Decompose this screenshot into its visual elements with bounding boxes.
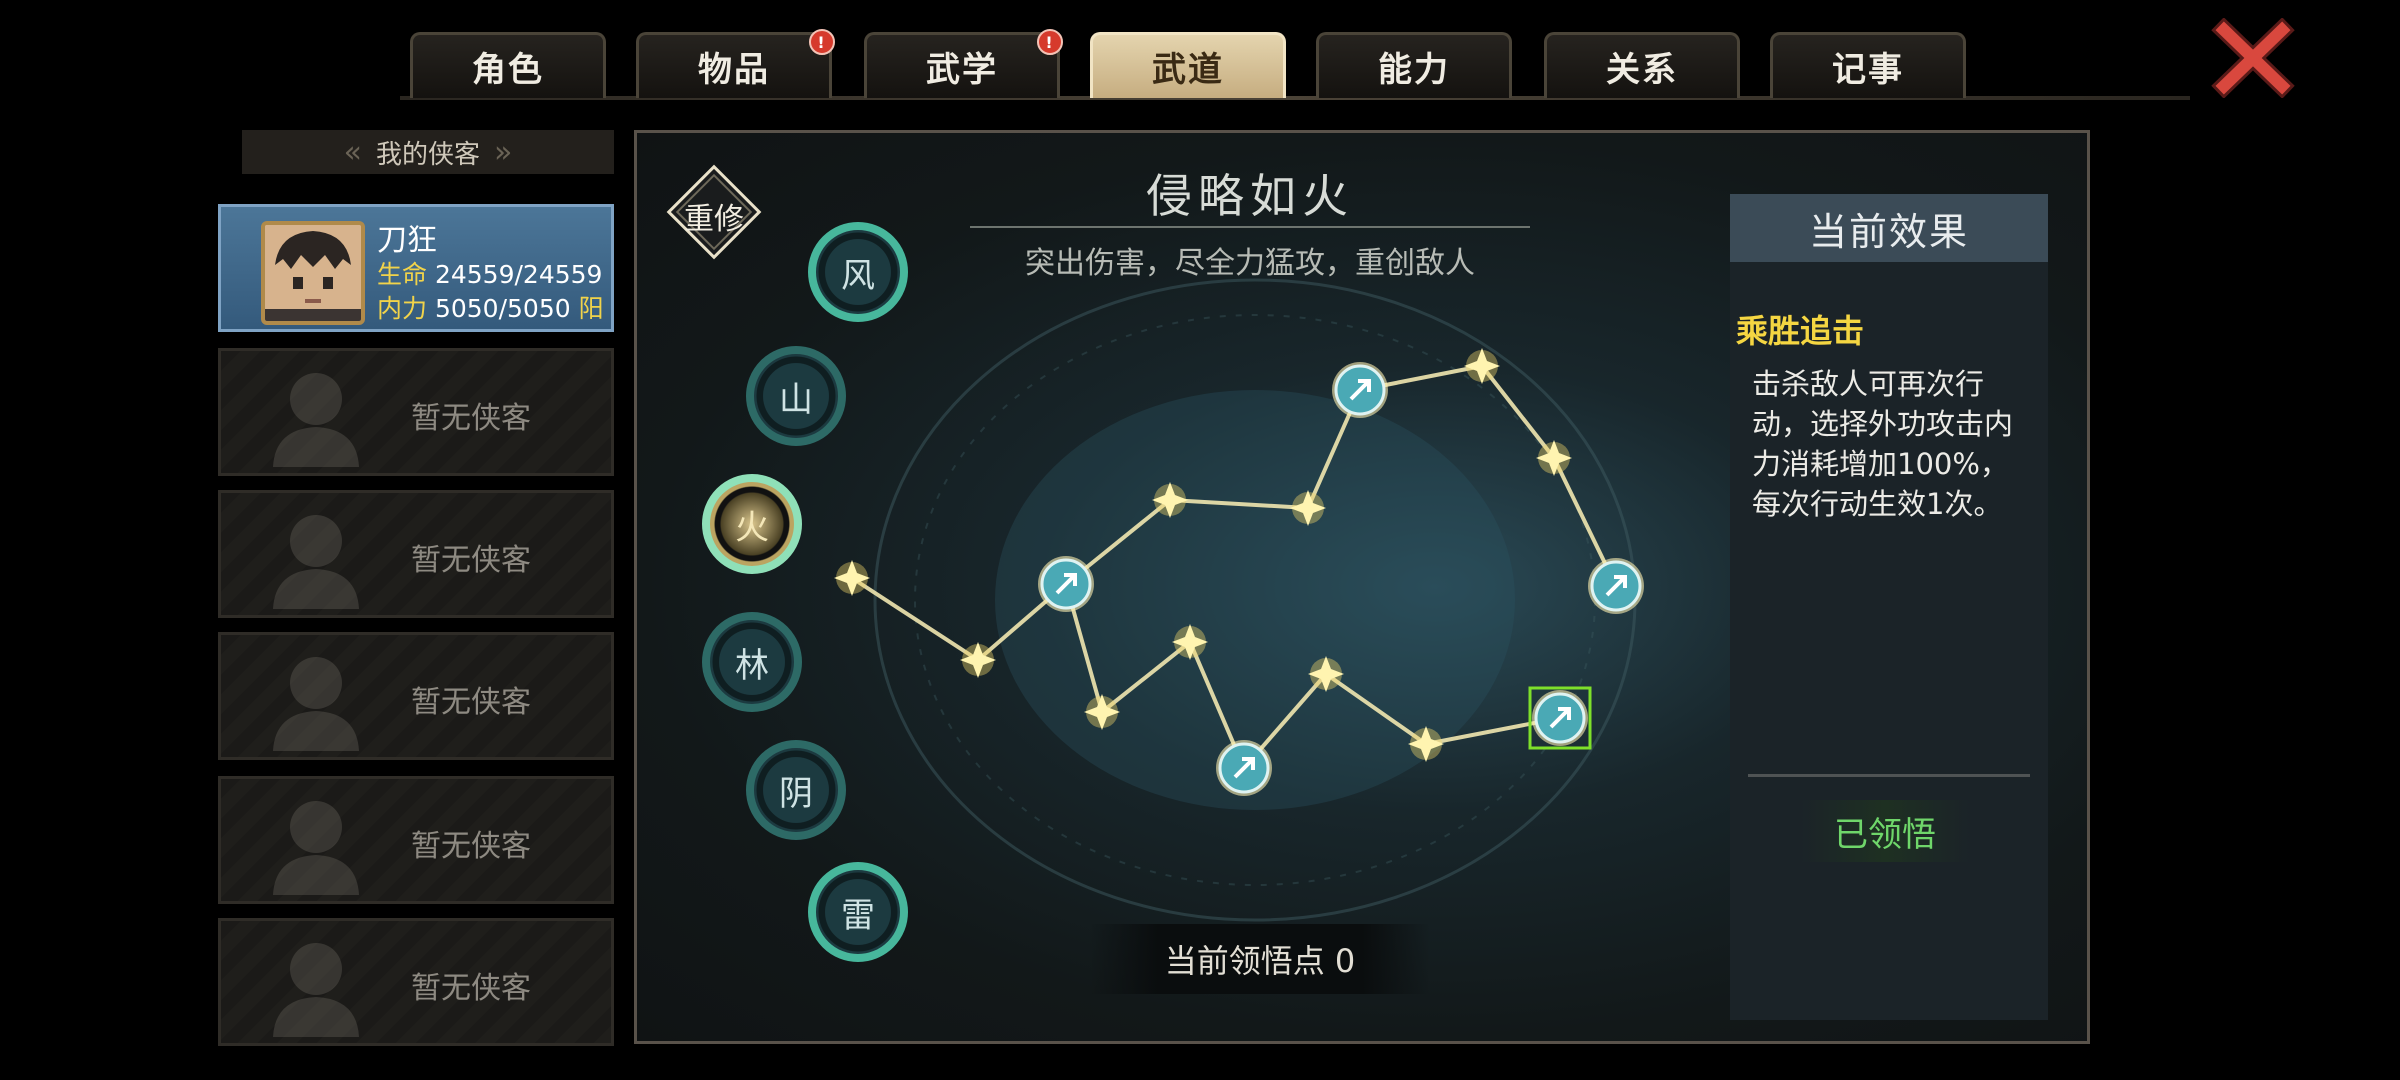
path-title: 侵略如火 — [1146, 169, 1354, 223]
element-mountain[interactable]: 山 — [746, 346, 846, 446]
silhouette-icon — [273, 943, 359, 1037]
tab-relations[interactable]: 关系 — [1544, 32, 1740, 98]
star-node — [1408, 726, 1444, 762]
effect-divider — [1748, 774, 2030, 777]
element-forest[interactable]: 林 — [702, 612, 802, 712]
skill-node — [1216, 740, 1272, 796]
notification-badge: ! — [1037, 29, 1063, 55]
tab-martial-path[interactable]: 武道 — [1090, 32, 1286, 98]
constellation-graph — [834, 348, 1644, 796]
tab-character[interactable]: 角色 — [410, 32, 606, 98]
tab-martial-arts[interactable]: 武学! — [864, 29, 1063, 98]
skill-node — [1038, 556, 1094, 612]
hero-list-title: 我的侠客 — [375, 139, 480, 170]
skill-node — [1332, 362, 1388, 418]
hero-slot-empty[interactable]: 暂无侠客 — [218, 632, 614, 760]
title-divider — [970, 226, 1530, 228]
element-fire[interactable]: 火 — [702, 474, 802, 574]
star-node — [1084, 694, 1120, 730]
star-node — [1290, 490, 1326, 526]
tab-items[interactable]: 物品! — [636, 29, 835, 98]
hero-hp: 生命 24559/24559 — [377, 260, 603, 289]
tab-abilities[interactable]: 能力 — [1316, 32, 1512, 98]
tab-journal[interactable]: 记事 — [1770, 32, 1966, 98]
hero-slot-empty[interactable]: 暂无侠客 — [218, 490, 614, 618]
star-node — [1536, 440, 1572, 476]
skill-node — [1588, 558, 1644, 614]
hero-alignment-tag: 阳 — [578, 294, 604, 323]
element-wind[interactable]: 风 — [808, 222, 908, 322]
silhouette-icon — [273, 657, 359, 751]
chevron-right-icon[interactable]: » — [494, 135, 512, 170]
close-icon[interactable] — [2210, 18, 2296, 98]
hero-slot-empty[interactable]: 暂无侠客 — [218, 918, 614, 1046]
effect-description: 击杀敌人可再次行动，选择外功攻击内力消耗增加100%，每次行动生效1次。 — [1752, 367, 2014, 521]
element-thunder[interactable]: 雷 — [808, 862, 908, 962]
skill-node-selected — [1528, 686, 1592, 750]
star-node — [834, 560, 870, 596]
effect-status: 已领悟 — [1800, 800, 1970, 862]
hero-name: 刀狂 — [377, 223, 437, 258]
path-subtitle: 突出伤害，尽全力猛攻，重创敌人 — [1025, 246, 1475, 281]
avatar — [261, 221, 365, 325]
hero-list-header[interactable]: « 我的侠客 » — [242, 130, 614, 174]
hero-slot-empty[interactable]: 暂无侠客 — [218, 348, 614, 476]
hero-slot-empty[interactable]: 暂无侠客 — [218, 776, 614, 904]
insight-points: 当前领悟点 0 — [1090, 924, 1430, 994]
effect-header: 当前效果 — [1730, 194, 2048, 262]
hero-card-selected[interactable]: 刀狂 生命 24559/24559 内力 5050/5050 阳 — [218, 204, 614, 332]
star-node — [1464, 348, 1500, 384]
silhouette-icon — [273, 373, 359, 467]
star-node — [1172, 624, 1208, 660]
reset-button[interactable]: 重修 — [664, 194, 764, 238]
silhouette-icon — [273, 515, 359, 609]
silhouette-icon — [273, 801, 359, 895]
notification-badge: ! — [809, 29, 835, 55]
element-shadow[interactable]: 阴 — [746, 740, 846, 840]
chevron-left-icon[interactable]: « — [344, 135, 362, 170]
hero-mp: 内力 5050/5050 阳 — [377, 294, 604, 323]
effect-name: 乘胜追击 — [1736, 312, 1865, 350]
